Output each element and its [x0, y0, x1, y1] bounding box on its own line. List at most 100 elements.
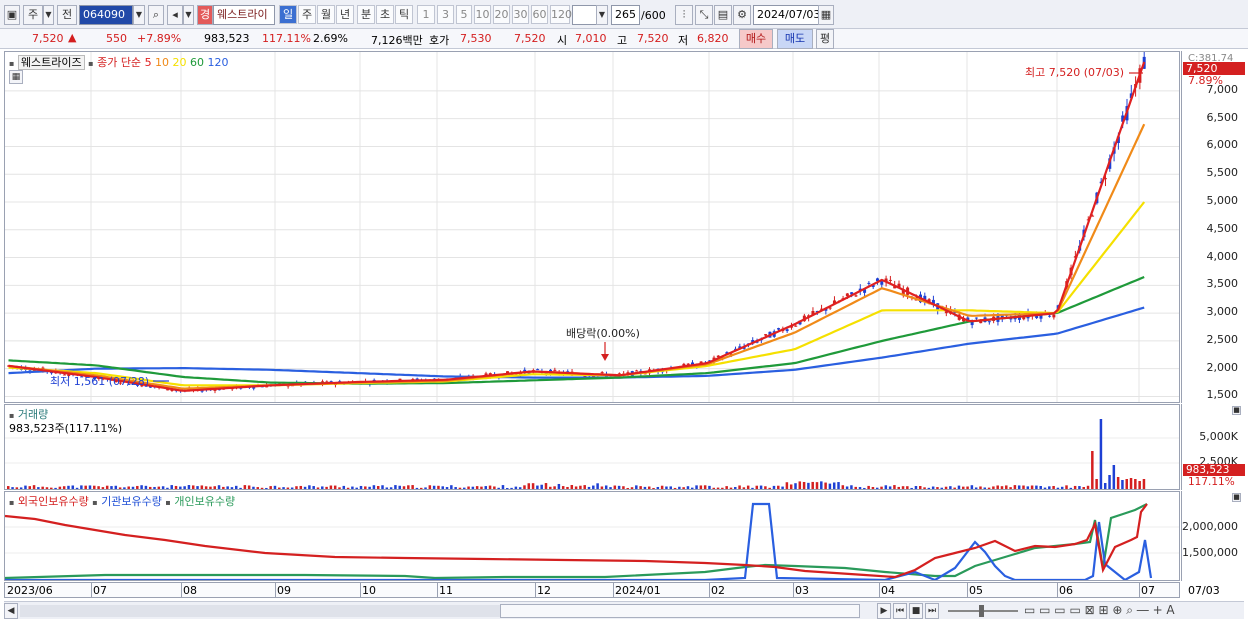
price-chart[interactable]: 최고 7,520 (07/03) 최저 1,561 (07/28) 배당락(0.00… — [5, 52, 1179, 402]
volume-bar — [832, 482, 836, 489]
calendar-icon[interactable]: ▦ — [818, 5, 834, 25]
warning-badge: 경 — [197, 5, 213, 25]
volume-bar — [716, 487, 720, 489]
price-change-pct: +7.89% — [137, 32, 182, 45]
rewind-icon[interactable]: ⏮ — [893, 603, 907, 619]
speaker-icon[interactable]: ◂ — [167, 5, 183, 25]
volume-bar — [604, 485, 608, 489]
volume-bar — [682, 487, 685, 489]
market-mode-select[interactable]: 주 — [23, 5, 43, 25]
scrollbar-track[interactable] — [20, 605, 500, 617]
holdings-panel-close-icon[interactable]: ■ — [1232, 493, 1241, 502]
volume-bar — [303, 486, 307, 489]
stock-code-input[interactable]: 064090 — [79, 5, 133, 25]
volume-bar — [45, 487, 49, 489]
period-button-2[interactable]: 월 — [317, 5, 335, 24]
volume-bar — [321, 486, 324, 489]
price-panel[interactable]: 최고 7,520 (07/03) 최저 1,561 (07/28) 배당락(0.00… — [4, 51, 1180, 403]
volume-bar — [1039, 485, 1042, 489]
scrollbar-thumb[interactable] — [500, 604, 860, 618]
interval-button-1[interactable]: 1 — [417, 5, 435, 24]
x-axis-separator — [879, 583, 880, 597]
volume-chart[interactable] — [5, 405, 1179, 489]
table-icon[interactable]: ▦ — [9, 70, 23, 84]
volume-bar — [695, 485, 698, 489]
institution-holdings-label[interactable]: 기관보유수량 — [101, 495, 162, 508]
window-icon[interactable]: ▣ — [4, 5, 20, 25]
foreign-holdings-label[interactable]: 외국인보유수량 — [18, 495, 89, 508]
interval-button-30[interactable]: 30 — [512, 5, 529, 24]
interval-button-10[interactable]: 10 — [474, 5, 491, 24]
volume-bar — [424, 487, 427, 489]
period-button-1[interactable]: 주 — [298, 5, 316, 24]
volume-bar — [647, 486, 651, 489]
ma-label[interactable]: 종가 단순 — [97, 56, 141, 69]
ma-legend-item[interactable]: 20 — [169, 56, 187, 69]
stock-name-field[interactable]: 웨스트라이 — [213, 5, 275, 25]
volume-bar — [1108, 475, 1111, 489]
buy-button[interactable]: 매수 — [739, 29, 773, 49]
ma-legend-item[interactable]: 60 — [187, 56, 204, 69]
volume-bar — [1073, 485, 1077, 489]
period-button-6[interactable]: 틱 — [395, 5, 413, 24]
date-input[interactable]: 2024/07/03 — [753, 5, 820, 25]
volume-bar — [364, 486, 367, 489]
interval-button-60[interactable]: 60 — [531, 5, 548, 24]
individual-holdings-label[interactable]: 개인보유수량 — [174, 495, 235, 508]
volume-bar — [497, 487, 500, 489]
volume-bar — [342, 485, 346, 489]
interval-button-120[interactable]: 120 — [550, 5, 572, 24]
volume-bar — [80, 485, 83, 489]
layout-icons[interactable]: ▭ ▭ ▭ ▭ ⊠ ⊞ ⊕ ⌕ ― + A — [1024, 603, 1175, 618]
code-dropdown-icon[interactable]: ▼ — [133, 5, 145, 25]
average-button[interactable]: 평 — [816, 29, 834, 49]
volume-panel-close-icon[interactable]: ■ — [1232, 406, 1241, 415]
crosshair-icon[interactable]: ⤡ — [695, 5, 713, 25]
volume-bar — [536, 485, 539, 489]
volume-bar — [729, 487, 733, 489]
stock-title[interactable]: 웨스트라이즈 — [17, 55, 85, 70]
candle-icon[interactable]: ⫶ — [675, 5, 693, 25]
interval-button-5[interactable]: 5 — [456, 5, 472, 24]
period-button-5[interactable]: 초 — [376, 5, 394, 24]
period-button-4[interactable]: 분 — [357, 5, 375, 24]
bar-count-total: /600 — [641, 9, 666, 22]
play-icon[interactable]: ▶ — [877, 603, 891, 619]
interval-button-20[interactable]: 20 — [493, 5, 510, 24]
interval-button-3[interactable]: 3 — [437, 5, 454, 24]
speaker-dropdown-icon[interactable]: ▼ — [183, 5, 194, 25]
forward-icon[interactable]: ⏭ — [925, 603, 939, 619]
ma-legend-item[interactable]: 10 — [152, 56, 169, 69]
price-tick: 1,500 — [1206, 388, 1239, 402]
volume-panel[interactable]: ▪ 거래량 983,523주(117.11%) — [4, 404, 1180, 490]
scope-select[interactable]: 전 — [57, 5, 77, 25]
ma-legend-item[interactable]: 120 — [204, 56, 229, 69]
price-tick: 5,500 — [1206, 166, 1239, 180]
interval-dropdown-icon[interactable]: ▼ — [596, 5, 608, 25]
holdings-marker-icon: ▪ — [92, 498, 98, 507]
scroll-left-icon[interactable]: ◀ — [4, 603, 18, 619]
chevron-down-icon[interactable]: ▼ — [43, 5, 54, 25]
volume-bar — [93, 485, 96, 489]
volume-bar — [983, 487, 987, 489]
volume-bar — [419, 487, 423, 489]
volume-bar — [660, 485, 664, 489]
volume-bar — [751, 487, 754, 489]
sell-button[interactable]: 매도 — [777, 29, 813, 49]
bar-count-input[interactable]: 265 — [611, 5, 640, 25]
period-button-0[interactable]: 일 — [279, 5, 297, 24]
stop-icon[interactable]: ■ — [909, 603, 923, 619]
save-icon[interactable]: ▤ — [714, 5, 732, 25]
period-button-3[interactable]: 년 — [336, 5, 354, 24]
volume-bar — [41, 486, 44, 489]
search-icon[interactable]: ⌕ — [148, 5, 164, 25]
volume-bar — [316, 487, 320, 489]
volume-bar — [781, 486, 784, 489]
gear-icon[interactable]: ⚙ — [733, 5, 751, 25]
holdings-panel[interactable]: ▪ 외국인보유수량 ▪ 기관보유수량 ▪ 개인보유수량 — [4, 491, 1180, 581]
zoom-slider-handle[interactable] — [979, 605, 984, 617]
volume-bar — [574, 486, 578, 489]
volume-bar — [764, 486, 767, 489]
x-axis-separator — [437, 583, 438, 597]
ma-legend-item[interactable]: 5 — [145, 56, 152, 69]
